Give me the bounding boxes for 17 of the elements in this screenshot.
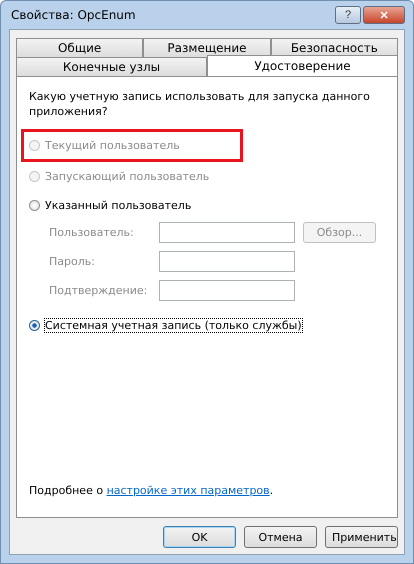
field-label: Подтверждение: [49, 284, 148, 297]
dialog-button[interactable]: Применить [325, 526, 398, 548]
tab[interactable]: Удостоверение [207, 55, 398, 76]
window-title: Свойства: OpcEnum [10, 8, 137, 22]
help-button[interactable]: ? [335, 6, 361, 24]
dialog-button[interactable]: OK [163, 526, 236, 548]
dialog-button[interactable]: Отмена [244, 526, 317, 548]
field-label: Пользователь: [49, 226, 135, 239]
tab[interactable]: Общие [16, 38, 144, 57]
radio-option[interactable]: Системная учетная запись (только службы) [29, 316, 302, 335]
tab[interactable]: Конечные узлы [16, 57, 207, 76]
radio-option[interactable]: Указанный пользователь [29, 196, 192, 215]
question-text: Какую учетную запись использовать для запуска данного приложения? [29, 89, 371, 119]
field-label: Пароль: [49, 255, 96, 268]
settings-link[interactable]: настройке этих параметров [106, 484, 270, 497]
help-text: Подробнее о настройке этих параметров. [29, 484, 274, 497]
tab[interactable]: Размещение [143, 38, 271, 57]
